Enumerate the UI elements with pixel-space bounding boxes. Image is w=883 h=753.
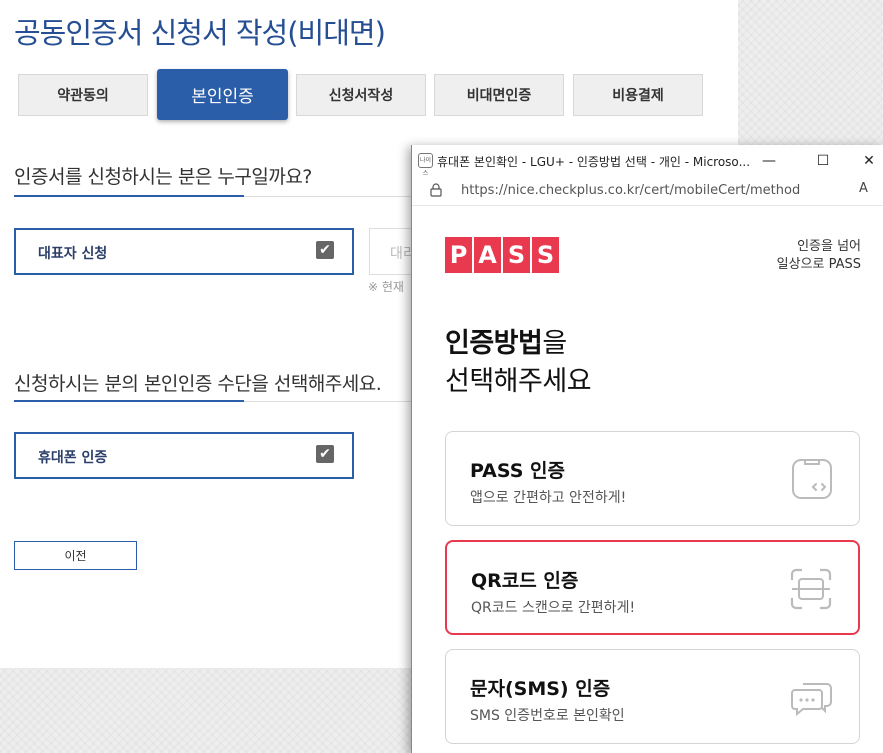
maximize-button[interactable]: ☐	[800, 145, 846, 176]
step-terms[interactable]: 약관동의	[18, 74, 148, 116]
heading-rest: 을	[542, 328, 567, 359]
method-card-sms[interactable]: 문자(SMS) 인증 SMS 인증번호로 본인확인	[445, 649, 860, 744]
pass-logo-letter: S	[532, 237, 559, 273]
address-bar[interactable]: https://nice.checkplus.co.kr/cert/mobile…	[412, 176, 883, 206]
tagline-line1: 인증을 넘어	[797, 239, 861, 254]
heading-bold: 인증방법	[445, 328, 543, 359]
step-identity-verification[interactable]: 본인인증	[157, 69, 288, 120]
notice-text: ※ 현재	[368, 280, 404, 294]
method-title: QR코드 인증	[471, 570, 579, 592]
option-phone-auth-label: 휴대폰 인증	[38, 450, 108, 466]
checkbox-checked-icon[interactable]: ✔	[316, 241, 334, 259]
method-card-pass[interactable]: PASS 인증 앱으로 간편하고 안전하게!	[445, 431, 860, 526]
pass-logo: P A S S	[445, 237, 559, 273]
pass-logo-letter: S	[503, 237, 530, 273]
option-phone-auth[interactable]: 휴대폰 인증 ✔	[14, 432, 354, 479]
tagline-line2: 일상으로 PASS	[776, 257, 861, 272]
pass-logo-letter: A	[474, 237, 501, 273]
step-application-form[interactable]: 신청서작성	[296, 74, 426, 116]
pass-logo-letter: P	[445, 237, 472, 273]
applicant-question: 인증서를 신청하시는 분은 누구일까요?	[14, 166, 312, 188]
method-card-qr[interactable]: QR코드 인증 QR코드 스캔으로 간편하게!	[445, 540, 860, 635]
heading-line2: 선택해주세요	[445, 366, 592, 397]
option-representative[interactable]: 대표자 신청 ✔	[14, 228, 354, 275]
step-payment[interactable]: 비용결제	[573, 74, 703, 116]
phone-code-icon	[792, 459, 832, 499]
lock-icon	[430, 183, 442, 197]
chat-bubbles-icon	[791, 683, 832, 717]
window-titlebar[interactable]: 나이스 휴대폰 본인확인 - LGU+ - 인증방법 선택 - 개인 - Mic…	[412, 145, 883, 177]
qr-scan-icon	[790, 568, 832, 610]
checkbox-checked-icon[interactable]: ✔	[316, 445, 334, 463]
minimize-button[interactable]: —	[746, 145, 792, 176]
method-subtitle: QR코드 스캔으로 간편하게!	[471, 600, 636, 616]
divider-accent	[14, 400, 244, 402]
method-subtitle: 앱으로 간편하고 안전하게!	[470, 490, 627, 506]
window-title: 휴대폰 본인확인 - LGU+ - 인증방법 선택 - 개인 - Microso…	[437, 155, 751, 169]
method-heading: 인증방법을 선택해주세요	[445, 325, 592, 401]
pass-tagline: 인증을 넘어 일상으로 PASS	[777, 238, 861, 274]
page-title: 공동인증서 신청서 작성(비대면)	[14, 16, 386, 50]
method-title: 문자(SMS) 인증	[470, 678, 611, 700]
close-button[interactable]: ✕	[846, 145, 883, 176]
url-text[interactable]: https://nice.checkplus.co.kr/cert/mobile…	[461, 183, 800, 198]
method-subtitle: SMS 인증번호로 본인확인	[470, 708, 625, 724]
read-aloud-icon[interactable]: A	[859, 181, 868, 196]
nice-favicon-icon: 나이스	[418, 153, 433, 177]
step-noncontact-auth[interactable]: 비대면인증	[434, 74, 564, 116]
auth-method-question: 신청하시는 분의 본인인증 수단을 선택해주세요.	[14, 373, 382, 395]
option-representative-label: 대표자 신청	[38, 246, 108, 262]
prev-button[interactable]: 이전	[14, 541, 137, 570]
pass-popup-window: 나이스 휴대폰 본인확인 - LGU+ - 인증방법 선택 - 개인 - Mic…	[411, 145, 883, 753]
divider-accent	[14, 195, 244, 197]
method-title: PASS 인증	[470, 460, 565, 482]
